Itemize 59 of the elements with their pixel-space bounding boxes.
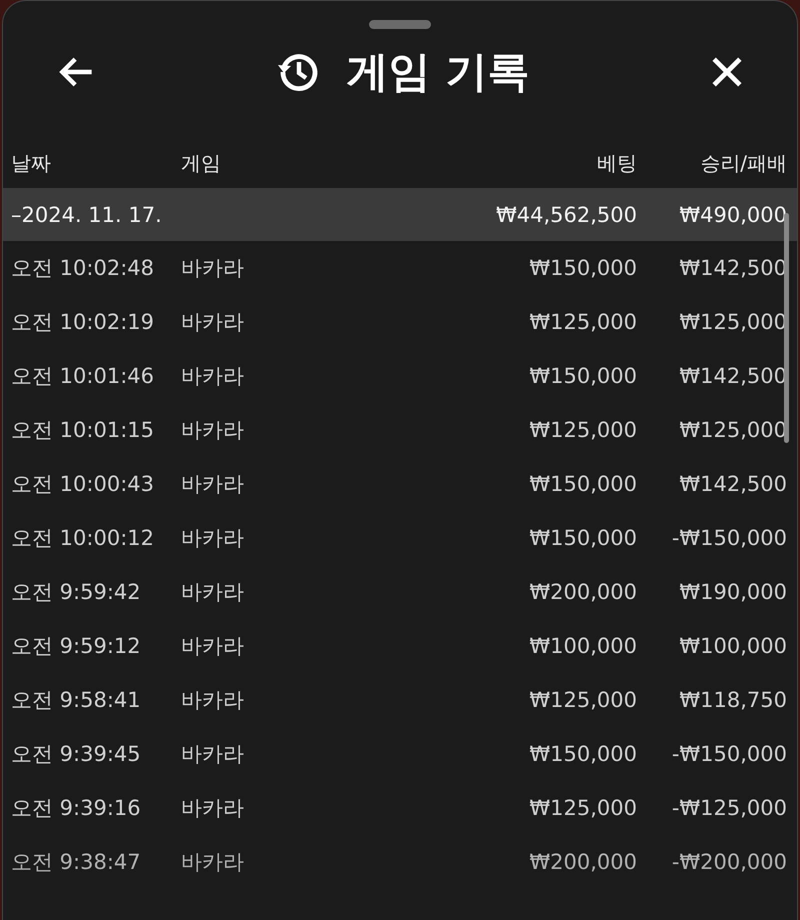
table-cell-text: 오전 9:59:42 — [11, 579, 142, 606]
column-header: 승리/패배 — [699, 150, 787, 176]
table-cell-text: 오전 9:39:45 — [11, 741, 142, 768]
table-cell-text: 오전 9:59:12 — [11, 633, 142, 660]
table-cell-text: 바카라 — [181, 633, 245, 660]
table-cell-text: 오전 10:00:43 — [11, 471, 155, 498]
table-cell-text: ₩118,750 — [678, 688, 787, 712]
table-cell-text: ₩142,500 — [678, 364, 787, 388]
table-cell-text: ₩100,000 — [678, 634, 787, 658]
table-cell-text: 오전 9:39:16 — [11, 795, 142, 822]
table-cell-text: 바카라 — [181, 741, 245, 768]
table-cell-text: ₩150,000 — [528, 526, 637, 550]
window-title: 게임 기록 — [346, 46, 530, 98]
table-cell-text: 바카라 — [181, 525, 245, 552]
column-header: 게임 — [181, 150, 222, 176]
group-date: –2024. 11. 17. — [11, 202, 163, 226]
table-cell-text: ₩125,000 — [528, 796, 637, 820]
table-cell-text: 바카라 — [181, 471, 245, 498]
table-cell-text: -₩125,000 — [670, 796, 787, 820]
table-cell-text: ₩190,000 — [678, 580, 787, 604]
table-cell-text: ₩125,000 — [528, 310, 637, 334]
table-cell-text: 오전 10:00:12 — [11, 525, 155, 552]
table-cell-text: ₩125,000 — [678, 310, 787, 334]
table-cell-text: 바카라 — [181, 363, 245, 390]
column-header: 베팅 — [596, 150, 637, 176]
table-cell-text: 바카라 — [181, 687, 245, 714]
table-cell-text: 오전 9:38:47 — [11, 849, 142, 876]
drag-handle[interactable] — [369, 20, 431, 29]
table-cell-text: ₩125,000 — [528, 418, 637, 442]
table-cell-text: ₩150,000 — [528, 256, 637, 280]
table-cell-text: ₩125,000 — [678, 418, 787, 442]
table-cell-text: ₩150,000 — [528, 472, 637, 496]
table-cell-text: 바카라 — [181, 309, 245, 336]
table-cell-text: ₩150,000 — [528, 364, 637, 388]
table-cell-text: -₩200,000 — [670, 850, 787, 874]
table-cell-text: ₩142,500 — [678, 256, 787, 280]
table-cell-text: -₩150,000 — [670, 526, 787, 550]
table-cell-text: ₩200,000 — [528, 850, 637, 874]
table-cell-text: 오전 10:02:48 — [11, 255, 155, 282]
table-cell-text: ₩125,000 — [528, 688, 637, 712]
table-cell-text: -₩150,000 — [670, 742, 787, 766]
total-result: ₩490,000 — [678, 202, 787, 226]
table-cell-text: ₩200,000 — [528, 580, 637, 604]
column-header: 날짜 — [11, 150, 52, 176]
table-cell-text: 오전 10:01:46 — [11, 363, 155, 390]
table-cell-text: 오전 10:01:15 — [11, 417, 155, 444]
scrollbar[interactable] — [784, 213, 789, 443]
total-bet: ₩44,562,500 — [494, 202, 637, 226]
table-cell-text: 바카라 — [181, 417, 245, 444]
table-cell-text: 오전 9:58:41 — [11, 687, 142, 714]
table-cell-text: 오전 10:02:19 — [11, 309, 155, 336]
table-cell-text: 바카라 — [181, 255, 245, 282]
table-cell-text: 바카라 — [181, 849, 245, 876]
table-cell-text: ₩150,000 — [528, 742, 637, 766]
table-cell-text: ₩100,000 — [528, 634, 637, 658]
table-cell-text: ₩142,500 — [678, 472, 787, 496]
table-cell-text: 바카라 — [181, 795, 245, 822]
table-cell-text: 바카라 — [181, 579, 245, 606]
date-group-row[interactable]: –2024. 11. 17. ₩44,562,500 ₩490,000 — [3, 188, 797, 241]
